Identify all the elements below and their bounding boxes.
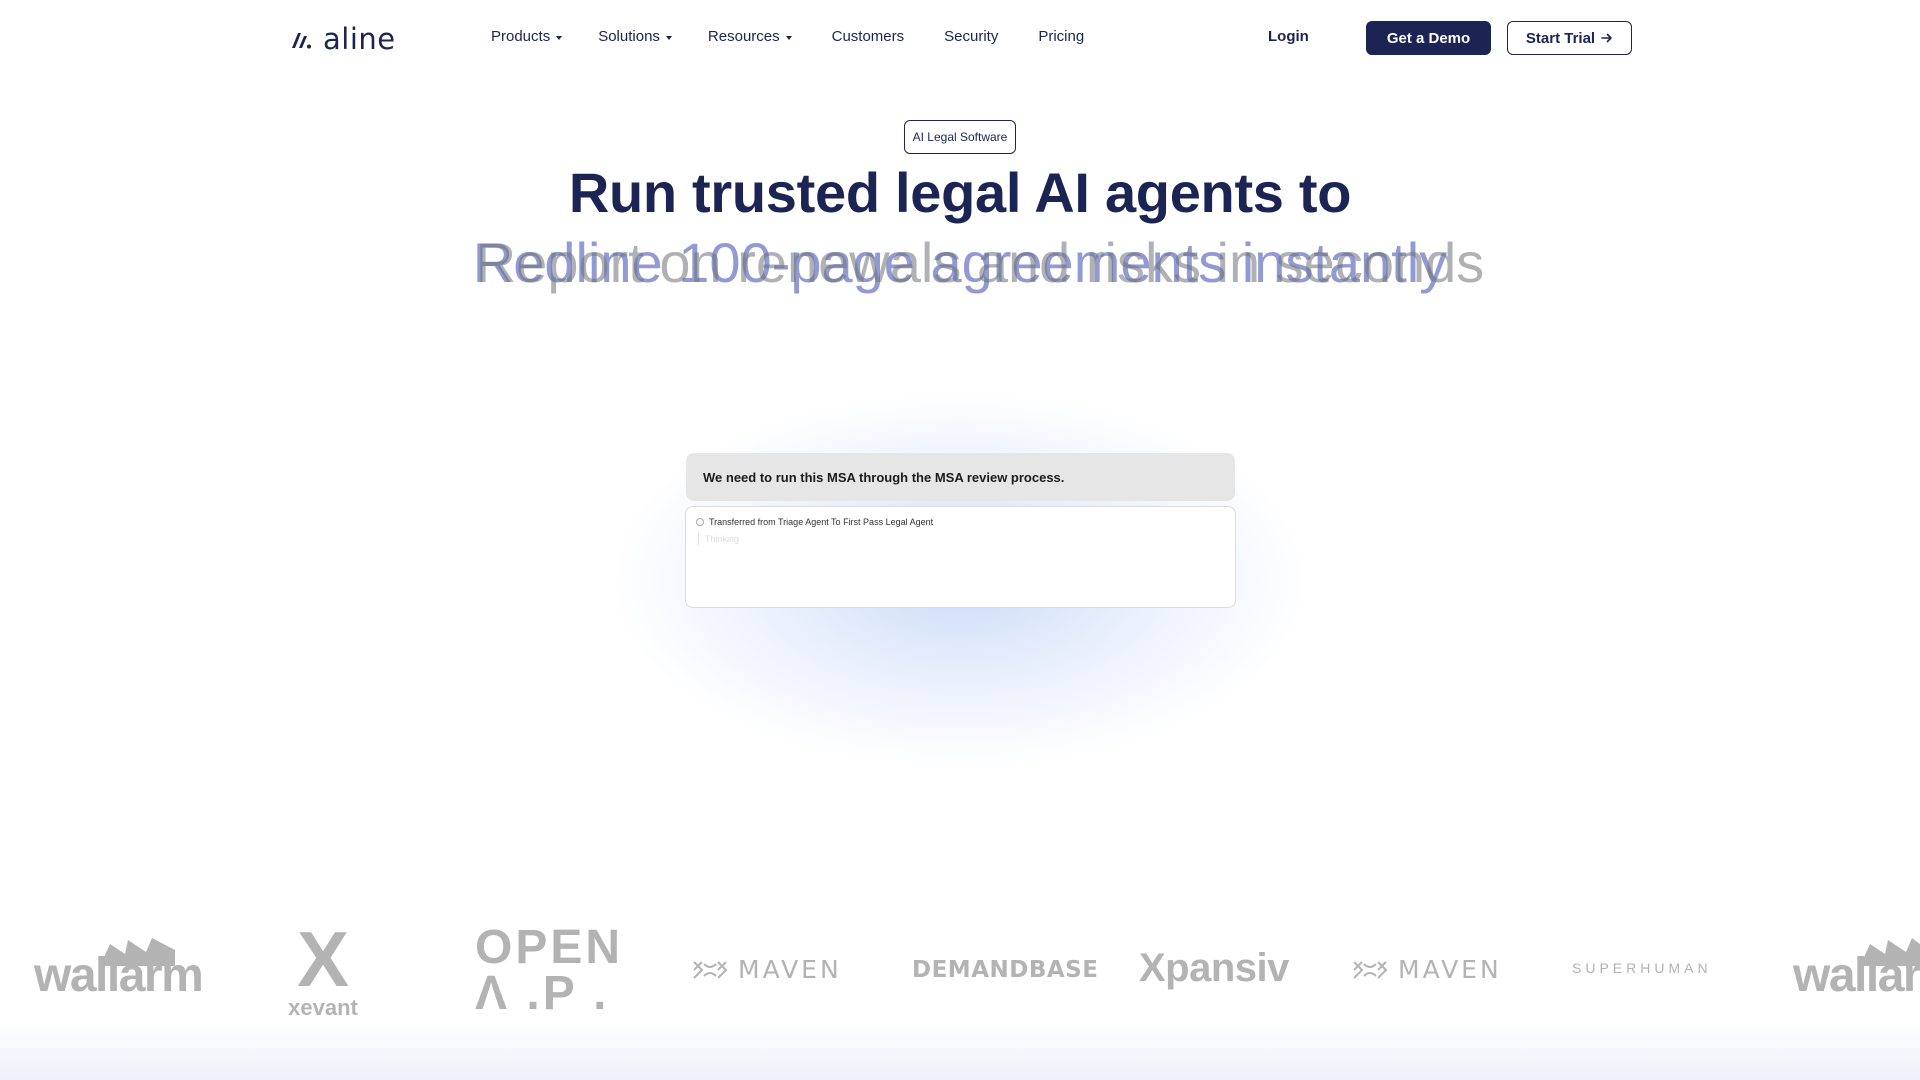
nav-item-products[interactable]: Products <box>491 28 563 45</box>
agent-response-panel: Transferred from Triage Agent To First P… <box>685 506 1236 608</box>
hero-headline: Run trusted legal AI agents to <box>568 161 1352 224</box>
user-icon <box>696 518 704 526</box>
xevant-mark-icon: X <box>296 915 350 1003</box>
top-navigation: aline Products Solutions Resources Custo… <box>0 0 1920 76</box>
arrow-right-icon <box>1601 33 1612 43</box>
logo-open-ap-line1: OPEN <box>475 921 624 974</box>
logo-maven-text: MAVEN <box>738 955 842 984</box>
brand-logo[interactable]: aline <box>289 22 396 56</box>
nav-item-solutions[interactable]: Solutions <box>598 28 672 45</box>
start-trial-button[interactable]: Start Trial <box>1507 21 1632 55</box>
logo-maven: MAVEN <box>692 955 842 984</box>
nav-item-label: Pricing <box>1038 28 1085 45</box>
main-menu: Products Solutions Resources Customers S… <box>491 28 1084 45</box>
chat-prompt-bubble: We need to run this MSA through the MSA … <box>686 453 1235 501</box>
logo-xpansiv: Xpansiv <box>1139 946 1289 990</box>
logo-demandbase: DEMANDBASE <box>912 957 1099 983</box>
logo-maven: MAVEN <box>1352 955 1502 984</box>
logo-open-ap-line2: Λ .P . <box>475 967 610 1020</box>
start-trial-label: Start Trial <box>1525 29 1596 47</box>
login-link[interactable]: Login <box>1268 28 1309 45</box>
aline-logo-icon <box>292 33 311 49</box>
chevron-down-icon <box>785 35 792 40</box>
nav-item-label: Security <box>944 28 999 45</box>
nav-item-customers[interactable]: Customers <box>832 28 905 45</box>
logo-xevant-text: xevant <box>288 995 358 1020</box>
agent-status-line: Thinking <box>698 533 739 545</box>
chevron-down-icon <box>665 35 672 40</box>
nav-item-label: Resources <box>707 28 780 45</box>
status-divider <box>698 533 699 545</box>
logo-xevant: X xevant <box>283 915 363 1021</box>
nav-item-pricing[interactable]: Pricing <box>1038 28 1084 45</box>
maven-logo-icon <box>693 960 728 979</box>
nav-item-security[interactable]: Security <box>944 28 998 45</box>
logo-maven-text: MAVEN <box>1398 955 1502 984</box>
logo-open-ap: OPEN Λ .P . <box>475 921 624 1020</box>
brand-name: aline <box>323 22 396 56</box>
agent-transfer-text: Transferred from Triage Agent To First P… <box>709 517 934 527</box>
hero-tag-badge: AI Legal Software <box>904 120 1016 154</box>
logo-superhuman: SUPERHUMAN <box>1572 960 1712 976</box>
chevron-down-icon <box>556 35 563 40</box>
nav-item-label: Products <box>491 28 551 45</box>
agent-transfer-line: Transferred from Triage Agent To First P… <box>696 517 933 527</box>
section-bottom-gradient <box>0 1020 1920 1080</box>
logo-wallarm: wallarm <box>34 949 204 1002</box>
get-demo-button[interactable]: Get a Demo <box>1366 21 1491 55</box>
rotating-phrase: Report on renewals and risks in seconds <box>475 231 1485 294</box>
agent-status-text: Thinking <box>705 534 740 544</box>
logo-wallarm: wallarm <box>1793 949 1920 1002</box>
nav-item-label: Customers <box>831 28 905 45</box>
hero-rotating-text: Redline 100-page agreements instantly Re… <box>0 230 1920 300</box>
nav-item-resources[interactable]: Resources <box>708 28 792 45</box>
nav-item-label: Solutions <box>598 28 660 45</box>
maven-logo-icon <box>1353 960 1388 979</box>
